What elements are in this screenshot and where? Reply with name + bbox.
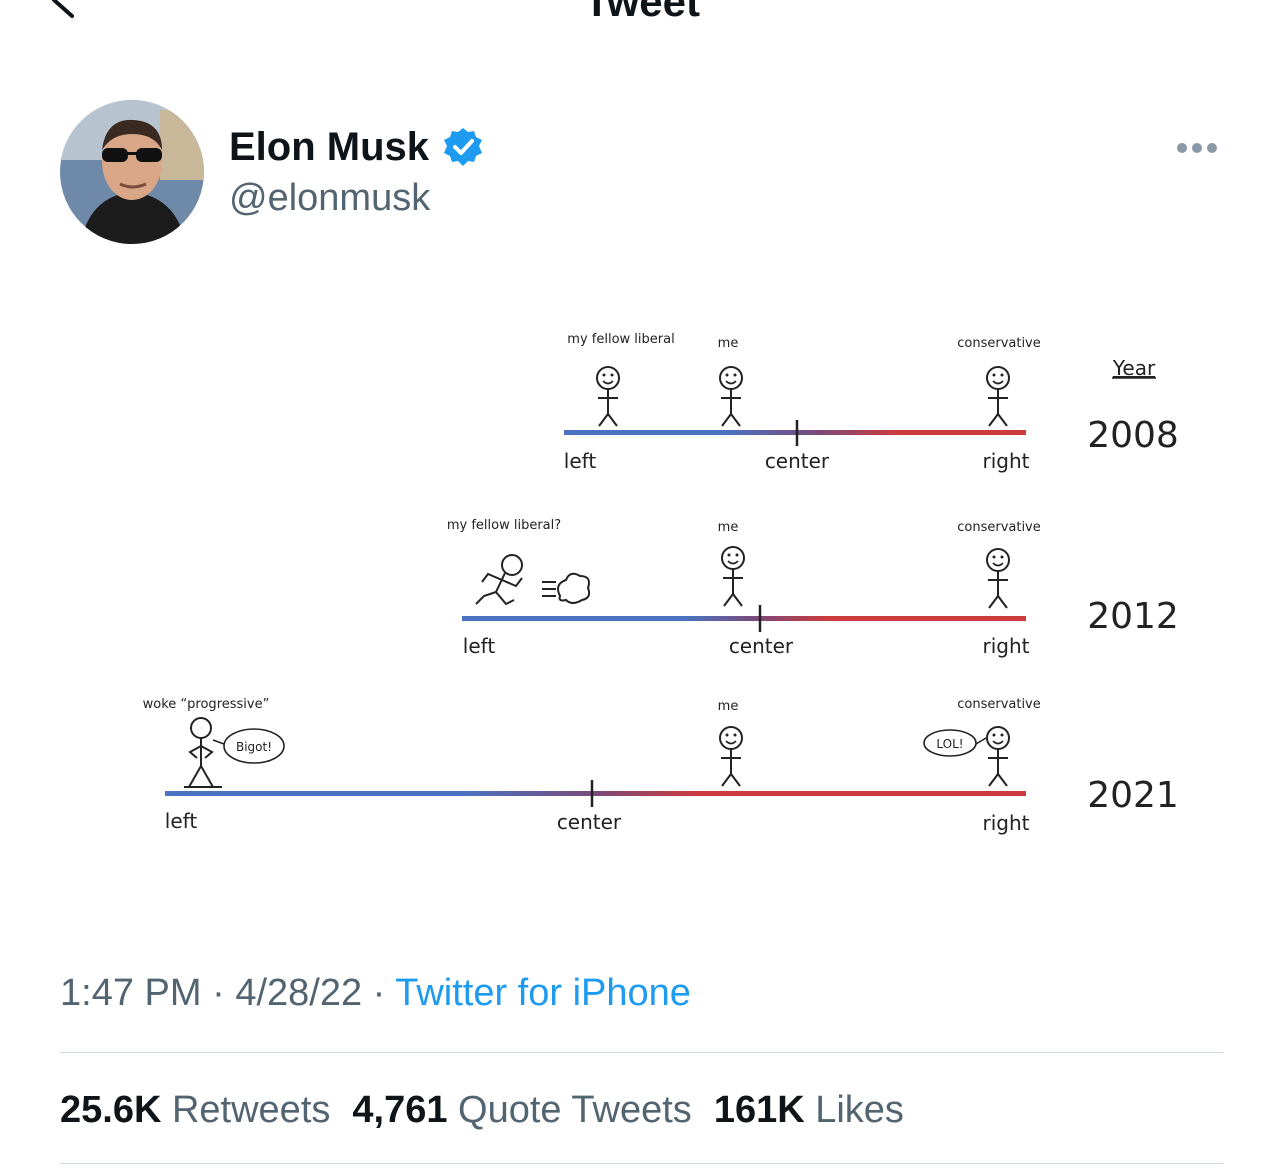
verified-badge-icon — [444, 128, 482, 166]
figure-label: conservative — [957, 336, 1041, 351]
year-label: 2021 — [1087, 775, 1179, 816]
separator: · — [201, 972, 236, 1014]
retweets-label: Retweets — [171, 1089, 331, 1131]
figure-conservative — [986, 726, 1010, 787]
speech-bubble-left: Bigot! — [212, 728, 285, 764]
figure-conservative — [986, 366, 1010, 427]
tweet-source-link[interactable]: Twitter for iPhone — [395, 972, 691, 1014]
figure-conservative — [986, 548, 1010, 609]
display-name[interactable]: Elon Musk — [229, 124, 429, 170]
figure-label: me — [718, 699, 739, 714]
page-title: Tweet — [584, 0, 700, 25]
divider — [60, 1052, 1224, 1053]
quote-tweets-stat[interactable]: 4,761 Quote Tweets — [352, 1089, 691, 1131]
axis-label-center: center — [729, 634, 794, 658]
avatar-image — [60, 100, 204, 244]
speech-bubble-right: LOL! — [923, 729, 987, 757]
quote-tweets-count: 4,761 — [352, 1089, 448, 1131]
retweets-count: 25.6K — [60, 1089, 162, 1131]
quote-tweets-label: Quote Tweets — [458, 1089, 692, 1131]
speech-text: LOL! — [936, 737, 963, 751]
figure-label: woke “progressive” — [143, 697, 270, 712]
tweet-metadata: 1:47 PM · 4/28/22 · Twitter for iPhone — [60, 970, 691, 1016]
figure-label: conservative — [957, 520, 1041, 535]
figure-label: my fellow liberal? — [447, 518, 561, 533]
axis-label-right: right — [983, 811, 1030, 835]
figure-woke-progressive — [184, 717, 222, 788]
axis-label-right: right — [983, 449, 1030, 473]
row-2008: my fellow liberal me conservative left c… — [564, 332, 1179, 473]
row-2021: Bigot! LOL! woke “progressive” me conser… — [143, 697, 1179, 835]
row-2012: my fellow liberal? me conservative left … — [447, 518, 1179, 658]
figure-label: me — [718, 520, 739, 535]
figure-liberal — [596, 366, 620, 427]
legend-title: Year — [1112, 356, 1156, 380]
likes-stat[interactable]: 161K Likes — [714, 1089, 904, 1131]
figure-me — [721, 546, 745, 607]
axis-label-center: center — [765, 449, 830, 473]
tweet-time[interactable]: 1:47 PM — [60, 972, 202, 1014]
divider — [60, 1163, 1224, 1164]
axis-label-left: left — [165, 809, 198, 833]
tweet-media-image[interactable]: Year my fellow liberal me conservative l… — [60, 290, 1224, 890]
figure-me — [719, 366, 743, 427]
separator: · — [362, 972, 396, 1014]
tweet-date[interactable]: 4/28/22 — [235, 972, 362, 1014]
more-options-icon[interactable] — [1172, 134, 1222, 162]
axis-label-right: right — [983, 634, 1030, 658]
avatar[interactable] — [60, 100, 204, 244]
retweets-stat[interactable]: 25.6K Retweets — [60, 1089, 330, 1131]
likes-label: Likes — [815, 1089, 904, 1131]
figure-liberal-running — [475, 554, 523, 606]
figure-me — [719, 726, 743, 787]
figure-label: my fellow liberal — [567, 332, 674, 347]
speech-text: Bigot! — [236, 740, 272, 754]
spectrum-line — [165, 791, 1026, 796]
year-label: 2008 — [1087, 415, 1179, 456]
dust-cloud-icon — [542, 572, 591, 604]
figure-label: me — [718, 336, 739, 351]
engagement-stats: 25.6K Retweets 4,761 Quote Tweets 161K Lik… — [60, 1087, 904, 1133]
spectrum-line — [462, 616, 1026, 621]
axis-label-center: center — [557, 810, 622, 834]
axis-label-left: left — [564, 449, 597, 473]
spectrum-line — [564, 430, 1026, 435]
figure-label: conservative — [957, 697, 1041, 712]
axis-label-left: left — [463, 634, 496, 658]
likes-count: 161K — [713, 1089, 805, 1131]
year-label: 2012 — [1087, 596, 1179, 637]
user-handle[interactable]: @elonmusk — [229, 175, 430, 221]
